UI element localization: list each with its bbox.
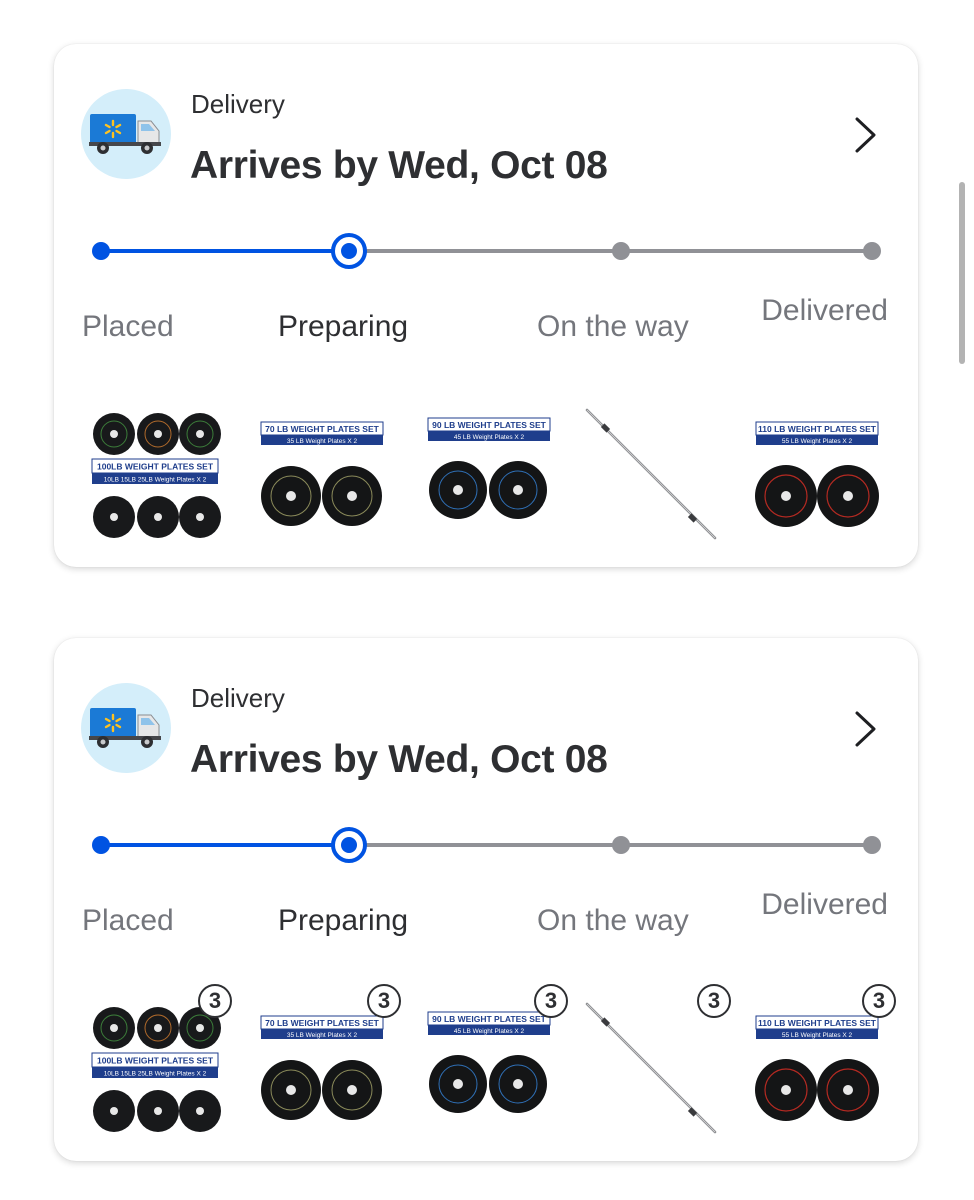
quantity-badge: 3 — [198, 984, 232, 1018]
step-dot-placed — [92, 242, 110, 260]
item-sub-text: 55 LB Weight Plates X 2 — [782, 438, 853, 445]
item-sub-text: 45 LB Weight Plates X 2 — [454, 434, 525, 441]
delivery-truck-icon — [81, 89, 171, 179]
item-thumbnail-barbell[interactable]: 3 — [581, 984, 731, 1138]
fulfillment-type-label: Delivery — [191, 683, 285, 713]
item-banner-text: 100LB WEIGHT PLATES SET — [97, 1056, 214, 1066]
item-sub-text: 10LB 15LB 25LB Weight Plates X 2 — [104, 1071, 207, 1078]
quantity-badge: 3 — [697, 984, 731, 1018]
step-dot-preparing-current — [331, 827, 367, 863]
item-thumbnail-70lb-set[interactable]: 70 LB WEIGHT PLATES SET 35 LB Weight Pla… — [251, 404, 391, 544]
item-banner-text: 70 LB WEIGHT PLATES SET — [265, 424, 379, 434]
item-banner-text: 110 LB WEIGHT PLATES SET — [758, 1018, 877, 1028]
item-banner-text: 70 LB WEIGHT PLATES SET — [265, 1018, 379, 1028]
fulfillment-type-label: Delivery — [191, 89, 285, 119]
step-label-placed: Placed — [82, 310, 174, 343]
progress-tracker — [92, 233, 881, 269]
progress-tracker — [92, 827, 881, 863]
item-sub-text: 35 LB Weight Plates X 2 — [287, 438, 358, 445]
item-thumbnail-110lb-set[interactable]: 110 LB WEIGHT PLATES SET 55 LB Weight Pl… — [746, 984, 896, 1138]
quantity-badge: 3 — [367, 984, 401, 1018]
item-thumbnail-barbell[interactable] — [581, 404, 721, 544]
item-banner-text: 90 LB WEIGHT PLATES SET — [432, 1014, 546, 1024]
item-banner-text: 90 LB WEIGHT PLATES SET — [432, 420, 546, 430]
step-dot-delivered — [863, 836, 881, 854]
chevron-right-icon[interactable] — [848, 112, 882, 158]
item-sub-text: 55 LB Weight Plates X 2 — [782, 1032, 853, 1039]
quantity-badge: 3 — [862, 984, 896, 1018]
order-card[interactable]: Delivery Arrives by Wed, Oct 08 Placed P… — [54, 44, 918, 567]
item-thumbnail-90lb-set[interactable]: 90 LB WEIGHT PLATES SET 45 LB Weight Pla… — [418, 984, 568, 1138]
item-sub-text: 10LB 15LB 25LB Weight Plates X 2 — [104, 477, 207, 484]
step-dot-preparing-current — [331, 233, 367, 269]
step-dot-placed — [92, 836, 110, 854]
progress-complete-segment — [102, 249, 352, 253]
step-dot-on-the-way — [612, 836, 630, 854]
item-thumbnail-90lb-set[interactable]: 90 LB WEIGHT PLATES SET 45 LB Weight Pla… — [418, 404, 558, 544]
item-sub-text: 35 LB Weight Plates X 2 — [287, 1032, 358, 1039]
item-sub-text: 45 LB Weight Plates X 2 — [454, 1028, 525, 1035]
step-label-on-the-way: On the way — [537, 904, 689, 937]
scrollbar[interactable] — [959, 182, 965, 364]
step-dot-delivered — [863, 242, 881, 260]
order-card[interactable]: Delivery Arrives by Wed, Oct 08 Placed P… — [54, 638, 918, 1161]
step-label-preparing: Preparing — [278, 904, 409, 937]
item-thumbnail-70lb-set[interactable]: 70 LB WEIGHT PLATES SET 35 LB Weight Pla… — [251, 984, 401, 1138]
item-banner-text: 110 LB WEIGHT PLATES SET — [758, 424, 877, 434]
step-label-delivered: Delivered — [761, 888, 888, 921]
step-label-preparing: Preparing — [278, 310, 409, 343]
item-thumbnail-110lb-set[interactable]: 110 LB WEIGHT PLATES SET 55 LB Weight Pl… — [746, 404, 886, 544]
step-label-placed: Placed — [82, 904, 174, 937]
delivery-truck-icon — [81, 683, 171, 773]
chevron-right-icon[interactable] — [848, 706, 882, 752]
item-thumbnail-100lb-set[interactable]: 100LB WEIGHT PLATES SET 10LB 15LB 25LB W… — [82, 404, 222, 544]
arrival-date-title: Arrives by Wed, Oct 08 — [190, 144, 608, 187]
item-thumbnail-100lb-set[interactable]: 100LB WEIGHT PLATES SET 10LB 15LB 25LB W… — [82, 984, 232, 1138]
item-banner-text: 100LB WEIGHT PLATES SET — [97, 462, 214, 472]
progress-complete-segment — [102, 843, 352, 847]
step-label-on-the-way: On the way — [537, 310, 689, 343]
step-dot-on-the-way — [612, 242, 630, 260]
step-label-delivered: Delivered — [761, 294, 888, 327]
quantity-badge: 3 — [534, 984, 568, 1018]
arrival-date-title: Arrives by Wed, Oct 08 — [190, 738, 608, 781]
